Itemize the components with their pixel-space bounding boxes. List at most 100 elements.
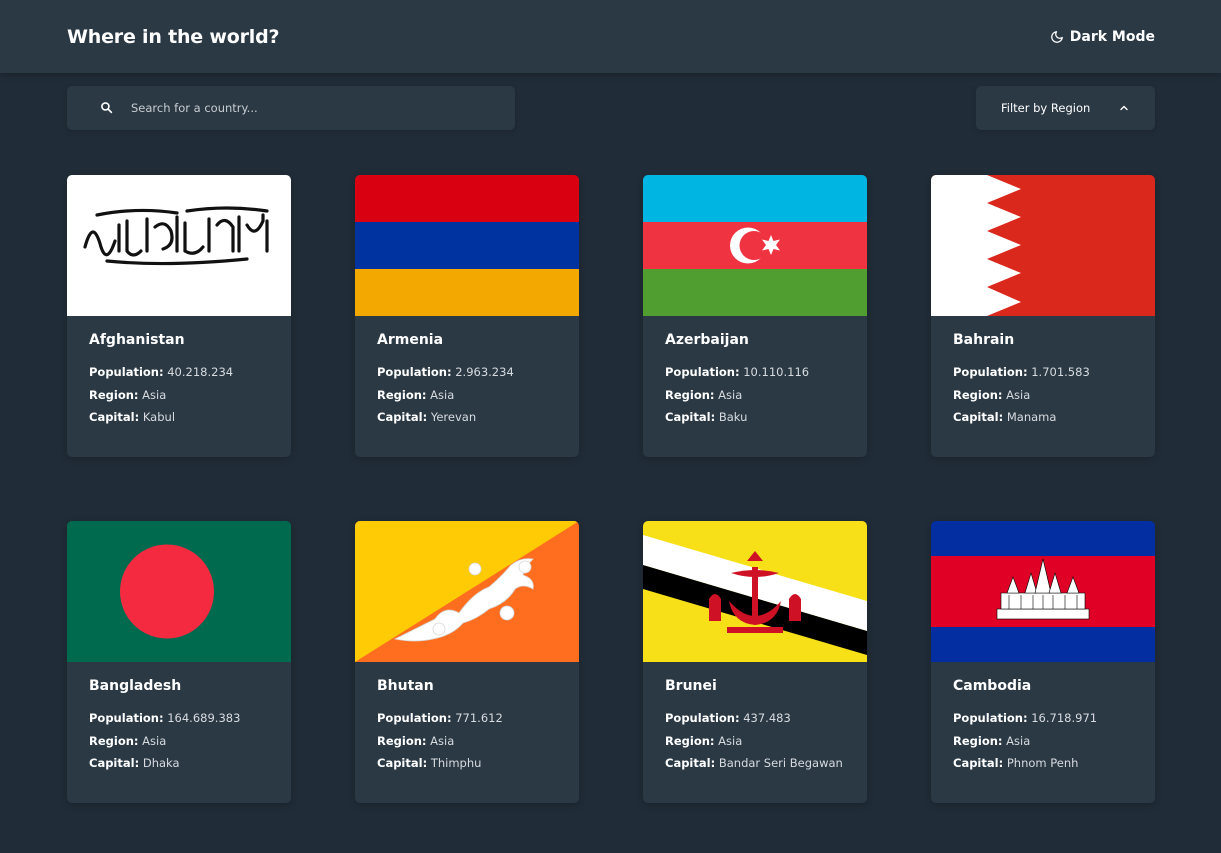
controls-bar: Filter by Region (67, 86, 1155, 130)
region-filter-label: Filter by Region (1001, 101, 1091, 115)
azerbaijan-flag-icon (643, 175, 867, 316)
country-card[interactable]: Afghanistan Population: 40.218.234 Regio… (67, 175, 291, 457)
capital-row: Capital: Baku (665, 406, 845, 429)
region-filter-dropdown[interactable]: Filter by Region (976, 86, 1155, 130)
capital-label: Capital: (953, 410, 1004, 424)
population-label: Population: (89, 365, 164, 379)
population-value: 437.483 (743, 711, 791, 725)
capital-label: Capital: (377, 410, 428, 424)
region-row: Region: Asia (953, 730, 1133, 753)
capital-value: Phnom Penh (1006, 756, 1079, 770)
region-value: Asia (142, 387, 167, 402)
flag-image (931, 521, 1155, 662)
region-row: Region: Asia (377, 384, 557, 407)
capital-row: Capital: Kabul (89, 406, 269, 429)
population-value: 40.218.234 (167, 365, 234, 379)
app-header: Where in the world? Dark Mode (0, 0, 1221, 73)
dark-mode-label: Dark Mode (1069, 28, 1155, 45)
population-row: Population: 1.701.583 (953, 361, 1133, 384)
population-label: Population: (665, 365, 740, 379)
population-value: 10.110.116 (743, 365, 810, 379)
flag-image (931, 175, 1155, 316)
country-name: Cambodia (953, 678, 1032, 694)
country-card[interactable]: Azerbaijan Population: 10.110.116 Region… (643, 175, 867, 457)
country-name: Azerbaijan (665, 332, 749, 348)
region-label: Region: (89, 387, 139, 402)
country-name: Bahrain (953, 332, 1015, 348)
flag-image (67, 521, 291, 662)
chevron-up-icon (1120, 105, 1128, 111)
region-value: Asia (1006, 733, 1031, 748)
region-row: Region: Asia (89, 384, 269, 407)
population-row: Population: 16.718.971 (953, 707, 1133, 730)
capital-value: Baku (718, 410, 748, 424)
capital-label: Capital: (665, 756, 716, 770)
search-box[interactable] (67, 86, 515, 130)
capital-row: Capital: Thimphu (377, 752, 557, 775)
population-value: 1.701.583 (1031, 365, 1090, 379)
population-label: Population: (89, 711, 164, 725)
population-row: Population: 40.218.234 (89, 361, 269, 384)
search-input[interactable] (131, 86, 501, 130)
capital-value: Bandar Seri Begawan (718, 756, 843, 770)
search-icon (101, 102, 113, 114)
population-row: Population: 2.963.234 (377, 361, 557, 384)
country-name: Bangladesh (89, 678, 182, 694)
flag-image (643, 521, 867, 662)
country-card[interactable]: Bangladesh Population: 164.689.383 Regio… (67, 521, 291, 803)
dark-mode-toggle[interactable]: Dark Mode (1050, 29, 1155, 45)
region-label: Region: (953, 733, 1003, 748)
region-row: Region: Asia (89, 730, 269, 753)
country-name: Afghanistan (89, 332, 185, 348)
population-label: Population: (665, 711, 740, 725)
region-label: Region: (665, 387, 715, 402)
capital-value: Dhaka (142, 756, 180, 770)
bahrain-flag-icon (931, 175, 1155, 316)
capital-value: Kabul (142, 410, 176, 424)
capital-label: Capital: (89, 410, 140, 424)
population-row: Population: 437.483 (665, 707, 845, 730)
country-card[interactable]: Bahrain Population: 1.701.583 Region: As… (931, 175, 1155, 457)
region-label: Region: (377, 387, 427, 402)
region-value: Asia (430, 733, 455, 748)
region-value: Asia (718, 387, 743, 402)
region-value: Asia (1006, 387, 1031, 402)
country-name: Brunei (665, 678, 717, 694)
region-row: Region: Asia (377, 730, 557, 753)
capital-label: Capital: (89, 756, 140, 770)
population-row: Population: 164.689.383 (89, 707, 269, 730)
capital-row: Capital: Phnom Penh (953, 752, 1133, 775)
population-label: Population: (953, 365, 1028, 379)
region-row: Region: Asia (665, 730, 845, 753)
capital-value: Yerevan (430, 410, 477, 424)
region-label: Region: (89, 733, 139, 748)
population-label: Population: (377, 365, 452, 379)
country-card[interactable]: Cambodia Population: 16.718.971 Region: … (931, 521, 1155, 803)
region-row: Region: Asia (953, 384, 1133, 407)
population-row: Population: 10.110.116 (665, 361, 845, 384)
flag-image (355, 175, 579, 316)
population-row: Population: 771.612 (377, 707, 557, 730)
capital-value: Manama (1006, 410, 1057, 424)
flag-image (355, 521, 579, 662)
population-value: 2.963.234 (455, 365, 514, 379)
app-title: Where in the world? (67, 25, 280, 48)
country-name: Bhutan (377, 678, 434, 694)
country-card[interactable]: Armenia Population: 2.963.234 Region: As… (355, 175, 579, 457)
population-value: 16.718.971 (1031, 711, 1098, 725)
flag-image (67, 175, 291, 316)
moon-icon (1050, 30, 1063, 43)
region-label: Region: (665, 733, 715, 748)
country-card[interactable]: Brunei Population: 437.483 Region: Asia … (643, 521, 867, 803)
capital-value: Thimphu (430, 756, 482, 770)
region-label: Region: (377, 733, 427, 748)
cambodia-flag-icon (931, 521, 1155, 662)
population-label: Population: (377, 711, 452, 725)
armenia-flag-icon (355, 175, 579, 316)
capital-label: Capital: (377, 756, 428, 770)
country-card[interactable]: Bhutan Population: 771.612 Region: Asia … (355, 521, 579, 803)
bangladesh-flag-icon (67, 521, 291, 662)
afghanistan-flag-icon (67, 175, 291, 316)
capital-row: Capital: Bandar Seri Begawan (665, 752, 845, 775)
capital-label: Capital: (953, 756, 1004, 770)
